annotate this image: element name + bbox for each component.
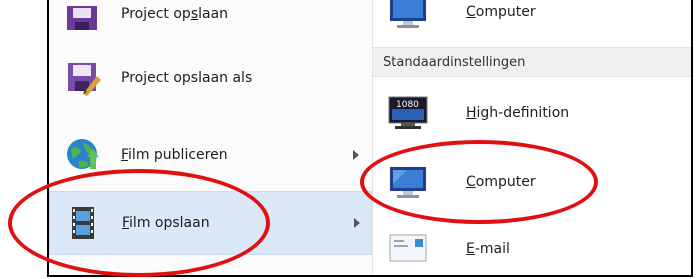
email-icon <box>389 234 427 262</box>
film-save-icon <box>72 207 94 239</box>
menu-frame: Project opslaan Project opslaan als Film… <box>47 0 693 277</box>
submenu-item-email[interactable]: E-mail <box>373 223 691 275</box>
submenu-item-label: High-definition <box>466 105 570 121</box>
globe-publish-icon <box>67 139 99 169</box>
menu-item-project-opslaan-als[interactable]: Project opslaan als <box>49 46 372 110</box>
submenu-arrow-icon <box>354 218 360 228</box>
hd-monitor-icon: 1080 <box>388 96 428 129</box>
monitor-icon <box>390 167 426 198</box>
menu-item-label: Film publiceren <box>121 147 228 163</box>
submenu-item-label: E-mail <box>466 241 510 257</box>
monitor-icon <box>390 0 426 28</box>
menu-item-label: Project opslaan <box>121 6 229 22</box>
file-menu-right-pane: Computer Standaardinstellingen 1080 High… <box>372 0 691 275</box>
submenu-item-label: Computer <box>466 174 536 190</box>
save-project-icon <box>67 6 97 30</box>
submenu-item-high-definition[interactable]: 1080 High-definition <box>373 87 691 139</box>
submenu-item-computer-top[interactable]: Computer <box>373 0 691 38</box>
menu-item-label: Film opslaan <box>122 215 210 231</box>
section-header-standaardinstellingen: Standaardinstellingen <box>373 47 691 77</box>
submenu-arrow-icon <box>353 150 359 160</box>
menu-item-film-opslaan[interactable]: Film opslaan <box>49 191 372 255</box>
file-menu-left-pane: Project opslaan Project opslaan als Film… <box>49 0 372 275</box>
menu-item-label: Project opslaan als <box>121 70 253 86</box>
svg-text:1080: 1080 <box>396 100 419 110</box>
menu-item-project-opslaan[interactable]: Project opslaan <box>49 0 372 46</box>
submenu-item-label: Computer <box>466 4 536 20</box>
submenu-item-computer[interactable]: Computer <box>373 156 691 208</box>
save-project-as-icon <box>68 63 101 96</box>
menu-item-film-publiceren[interactable]: Film publiceren <box>49 123 372 187</box>
